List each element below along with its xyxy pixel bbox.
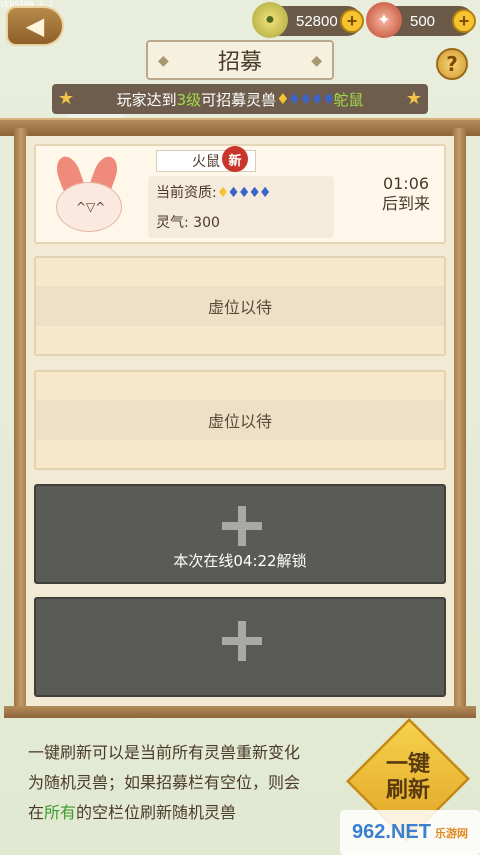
ornament-icon: ◆ [311, 53, 322, 69]
scroll-counter: ✦ 500 + [366, 2, 476, 38]
scroll-value: 500 [410, 12, 436, 30]
star-icon: ★ [58, 88, 75, 109]
spirit-line: 灵气: 300 [156, 215, 220, 231]
aptitude-flames-icon: ♦♦♦♦♦ [216, 185, 272, 201]
plus-icon [222, 506, 262, 546]
plus-icon [222, 621, 262, 661]
frame-bottom-beam [4, 706, 476, 718]
help-button[interactable]: ? [436, 48, 468, 80]
refresh-button-label[interactable]: 一键 刷新 [358, 752, 458, 804]
back-arrow-icon: ◀ [25, 12, 45, 40]
recruit-slot-locked[interactable]: 本次在线04:22解锁 [34, 484, 446, 584]
scroll-icon: ✦ [366, 2, 402, 38]
fire-rat-avatar: ^▽^ [42, 150, 132, 240]
add-coins-button[interactable]: + [340, 9, 364, 33]
recruit-slot-filled[interactable]: ^▽^ 火鼠 新 当前资质:♦♦♦♦♦ 灵气: 300 01:06 后到来 [34, 144, 446, 244]
frame-top-beam [0, 118, 480, 136]
empty-slot-label: 虚位以待 [207, 298, 272, 317]
site-watermark: 962.NET 乐游网 [340, 810, 480, 855]
notice-pet-name: 鸵鼠 [333, 90, 364, 109]
page-title: 招募 [217, 50, 262, 75]
new-badge: 新 [222, 146, 248, 172]
back-button[interactable]: ◀ [6, 6, 64, 46]
empty-slot-label: 虚位以待 [207, 412, 272, 431]
recruit-slot-locked[interactable] [34, 597, 446, 697]
flame-rating-icon: ♦♦♦♦♦ [276, 90, 335, 108]
pet-info-box: 当前资质:♦♦♦♦♦ 灵气: 300 [148, 176, 334, 238]
coin-value: 52800 [296, 12, 338, 30]
frame-pillar-right [452, 128, 466, 708]
coin-counter: ● 52800 + [252, 2, 364, 38]
recruit-slot-empty[interactable]: 虚位以待 [34, 370, 446, 470]
required-level: 3级 [176, 90, 202, 109]
refresh-description: 一键刷新可以是当前所有灵兽重新变化 为随机灵兽；如果招募栏有空位，则会 在所有的… [28, 743, 301, 822]
recruit-slot-empty[interactable]: 虚位以待 [34, 256, 446, 356]
add-scrolls-button[interactable]: + [452, 9, 476, 33]
unlock-timer-label: 本次在线04:22解锁 [173, 552, 307, 570]
ornament-icon: ◆ [158, 53, 169, 69]
star-icon: ★ [405, 88, 422, 109]
arrival-timer: 01:06 后到来 [381, 174, 430, 213]
coin-icon: ● [252, 2, 288, 38]
page-title-banner: ◆ 招募 ◆ [146, 40, 334, 80]
aptitude-line: 当前资质:♦♦♦♦♦ [156, 185, 272, 201]
recruit-notice: ★ 玩家达到 3级 可招募灵兽 ♦♦♦♦♦ 鸵鼠 ★ [52, 84, 428, 114]
